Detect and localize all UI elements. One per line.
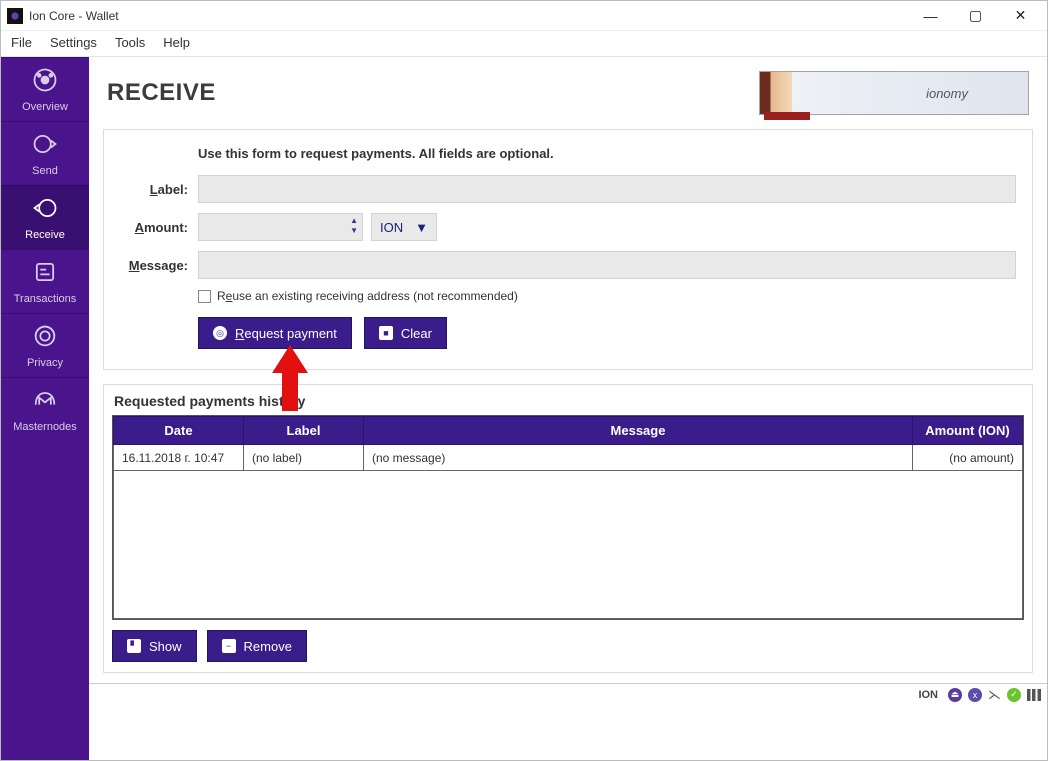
sidebar-item-send[interactable]: Send — [1, 121, 89, 185]
status-staking-icon[interactable]: x — [968, 688, 982, 702]
transactions-icon — [31, 258, 59, 289]
table-row[interactable]: 16.11.2018 г. 10:47 (no label) (no messa… — [114, 445, 1023, 471]
menu-file[interactable]: File — [11, 35, 32, 50]
history-panel: Requested payments history Date Label Me… — [103, 384, 1033, 673]
cell-message: (no message) — [364, 445, 913, 471]
sidebar: Overview Send Receive Transactions Priva… — [1, 57, 89, 760]
col-amount[interactable]: Amount (ION) — [913, 417, 1023, 445]
app-icon — [7, 8, 23, 24]
sidebar-item-label: Receive — [25, 229, 65, 241]
chevron-down-icon: ▼ — [415, 220, 428, 235]
cell-label: (no label) — [244, 445, 364, 471]
sidebar-item-label: Masternodes — [13, 421, 77, 433]
col-date[interactable]: Date — [114, 417, 244, 445]
message-field-label: Message: — [120, 258, 198, 273]
page-title: RECEIVE — [107, 79, 216, 107]
menubar: File Settings Tools Help — [1, 31, 1047, 57]
remove-label: Remove — [244, 639, 292, 654]
currency-select[interactable]: ION ▼ — [371, 213, 437, 241]
menu-settings[interactable]: Settings — [50, 35, 97, 50]
receive-form: Use this form to request payments. All f… — [103, 129, 1033, 370]
form-intro: Use this form to request payments. All f… — [198, 146, 1016, 161]
status-lock-icon[interactable]: ⏏ — [948, 688, 962, 702]
col-label[interactable]: Label — [244, 417, 364, 445]
sidebar-item-receive[interactable]: Receive — [1, 185, 89, 249]
status-sync-icon[interactable]: ✓ — [1007, 688, 1021, 702]
history-title: Requested payments history — [112, 393, 1024, 409]
send-icon — [31, 130, 59, 161]
banner-text: ionomy — [926, 86, 968, 101]
clear-button[interactable]: ■ Clear — [364, 317, 447, 349]
currency-value: ION — [380, 220, 403, 235]
overview-icon — [31, 66, 59, 97]
sidebar-item-label: Privacy — [27, 357, 63, 369]
titlebar: Ion Core - Wallet — ▢ ✕ — [1, 1, 1047, 31]
clear-label: Clear — [401, 326, 432, 341]
remove-icon: − — [222, 639, 236, 653]
spinner-up-icon[interactable]: ▲ — [350, 216, 358, 226]
status-bars-icon[interactable] — [1027, 689, 1041, 701]
cell-amount: (no amount) — [913, 445, 1023, 471]
col-message[interactable]: Message — [364, 417, 913, 445]
window-title: Ion Core - Wallet — [29, 9, 119, 23]
label-input[interactable] — [198, 175, 1016, 203]
reuse-address-checkbox[interactable]: Reuse an existing receiving address (not… — [198, 289, 1016, 303]
close-button[interactable]: ✕ — [998, 2, 1043, 30]
masternodes-icon — [31, 386, 59, 417]
menu-tools[interactable]: Tools — [115, 35, 145, 50]
show-label: Show — [149, 639, 182, 654]
sidebar-item-transactions[interactable]: Transactions — [1, 249, 89, 313]
sidebar-item-masternodes[interactable]: Masternodes — [1, 377, 89, 441]
menu-help[interactable]: Help — [163, 35, 190, 50]
spinner-down-icon[interactable]: ▼ — [350, 226, 358, 236]
sidebar-item-label: Overview — [22, 101, 68, 113]
cell-date: 16.11.2018 г. 10:47 — [114, 445, 244, 471]
sidebar-item-label: Send — [32, 165, 58, 177]
privacy-icon — [31, 322, 59, 353]
sidebar-item-privacy[interactable]: Privacy — [1, 313, 89, 377]
sidebar-item-label: Transactions — [14, 293, 77, 305]
amount-spinner[interactable]: ▲ ▼ — [350, 216, 358, 236]
label-field-label: Label: — [120, 182, 198, 197]
show-button[interactable]: ▘ Show — [112, 630, 197, 662]
minimize-button[interactable]: — — [908, 2, 953, 30]
amount-input[interactable]: ▲ ▼ — [198, 213, 363, 241]
request-icon: ◎ — [213, 326, 227, 340]
table-header-row: Date Label Message Amount (ION) — [114, 417, 1023, 445]
maximize-button[interactable]: ▢ — [953, 2, 998, 30]
annotation-arrow-icon — [272, 345, 308, 414]
statusbar: ION ⏏ x ⋋ ✓ — [89, 683, 1047, 705]
table-empty-area — [113, 471, 1023, 619]
message-input[interactable] — [198, 251, 1016, 279]
show-icon: ▘ — [127, 639, 141, 653]
history-table: Date Label Message Amount (ION) 16.11.20… — [113, 416, 1023, 471]
status-network-icon[interactable]: ⋋ — [988, 687, 1001, 703]
sidebar-item-overview[interactable]: Overview — [1, 57, 89, 121]
remove-button[interactable]: − Remove — [207, 630, 307, 662]
clear-icon: ■ — [379, 326, 393, 340]
receive-icon — [31, 194, 59, 225]
status-coin: ION — [918, 689, 938, 701]
checkbox-box-icon[interactable] — [198, 290, 211, 303]
amount-field-label: Amount: — [120, 220, 198, 235]
banner-image: ionomy — [759, 71, 1029, 115]
